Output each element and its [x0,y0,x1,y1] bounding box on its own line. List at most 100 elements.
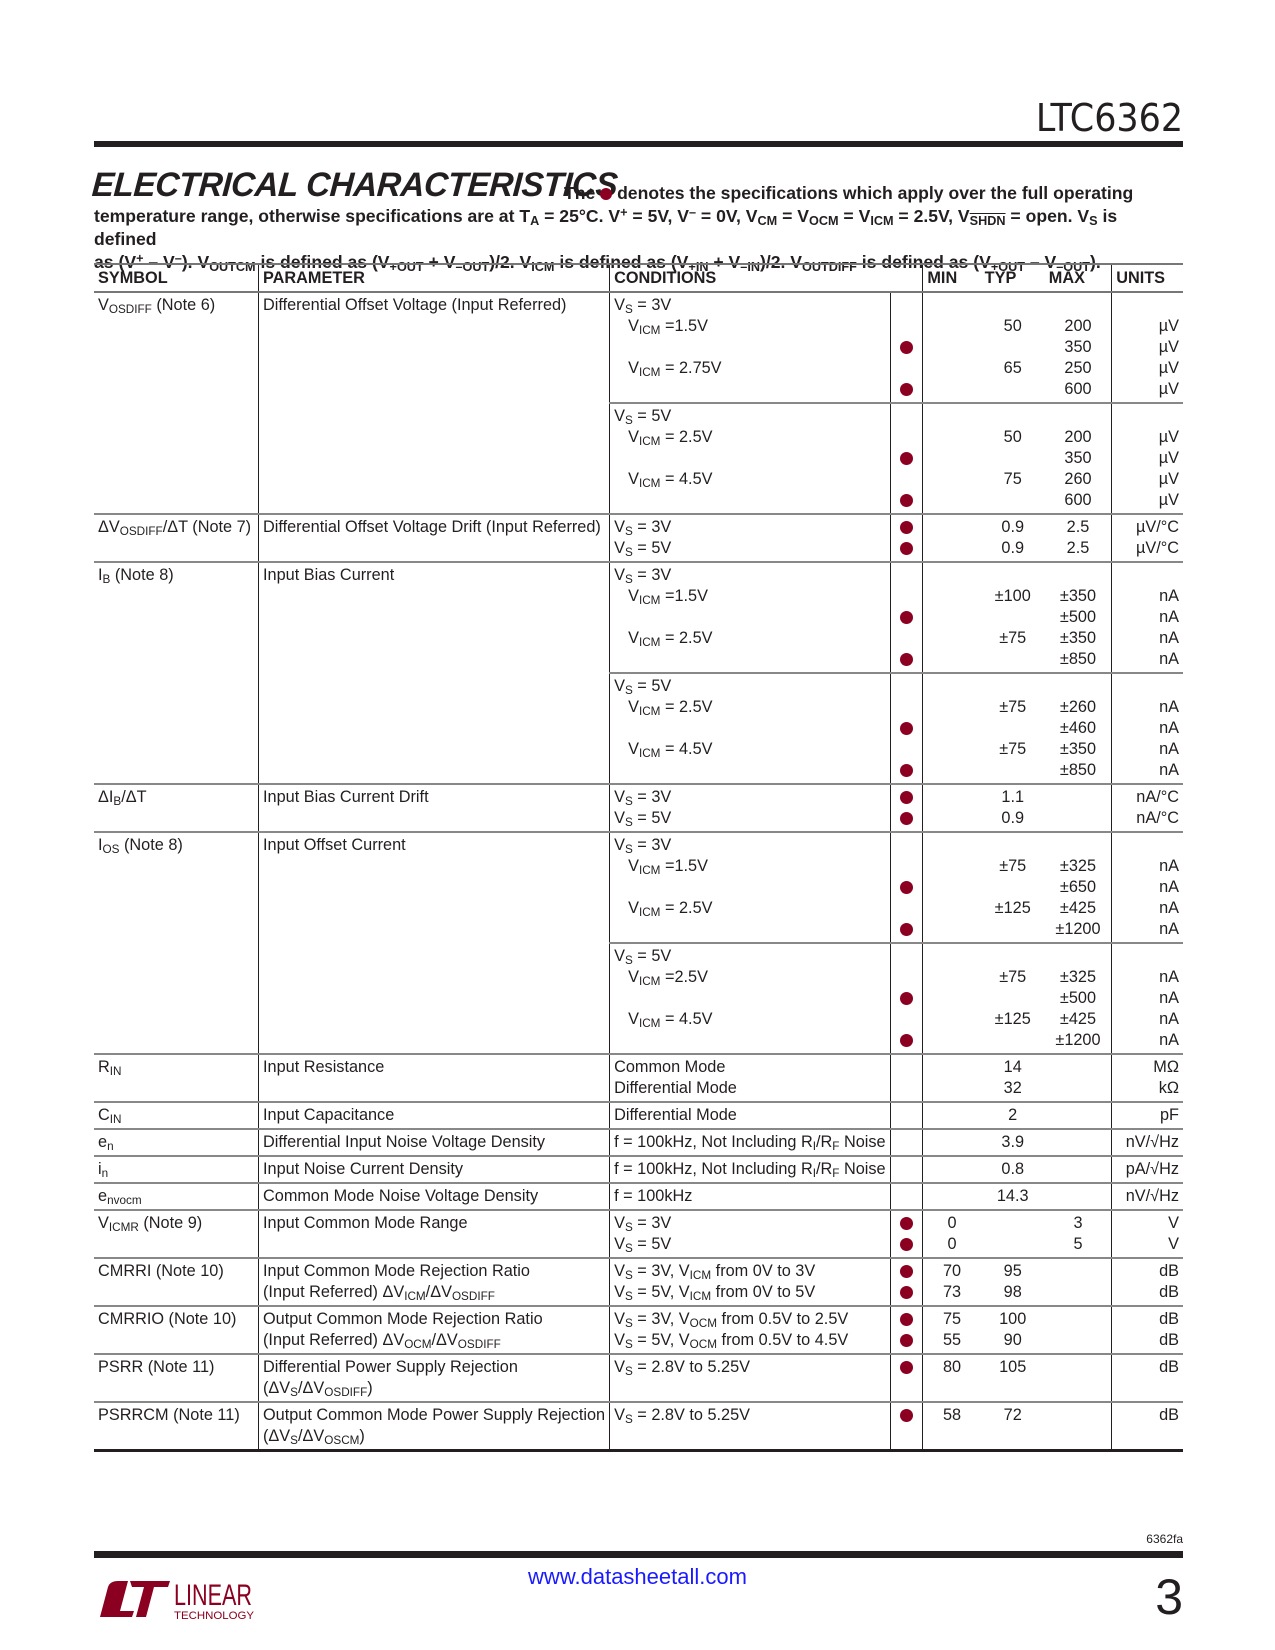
cell-typ: 95 98 [980,1257,1045,1306]
cell-parameter: Input Common Mode Range [258,1209,611,1258]
cell-unit-line: µV [1158,428,1179,446]
cell-typ-line: ±75 [999,698,1027,716]
cell-max-line: ±850 [1059,650,1097,668]
cell-cond-line: VICM = 2.5V [628,629,713,649]
cell-min-line: 80 [942,1358,962,1376]
cell-cond-line [614,649,886,670]
cell-max-line: ±350 [1059,587,1097,605]
cell-min [922,942,981,1054]
cell-dot-line [895,718,918,739]
cell-cond-line: Differential Mode [614,1079,737,1097]
cell-dot-line [895,517,918,538]
bullet-icon [900,1286,914,1299]
cell-conditions: VS = 2.8V to 5.25V [609,1401,891,1452]
cell-min-line [927,946,976,967]
col-header-max: MAX [1044,263,1113,293]
cell-unit-line: dB [1159,1358,1179,1376]
cell-min-line [927,739,976,760]
cell-symbol: VOSDIFF (Note 6) [94,291,259,514]
cell-typ-line: 0.9 [1001,518,1025,536]
cell-cond-line: VS = 3V [614,566,672,586]
cell-min-line [927,967,976,988]
cell-dot-line [895,835,918,856]
cell-cond-line: VS = 2.8V to 5.25V [614,1406,751,1426]
cell-parameter: Common Mode Noise Voltage Density [258,1182,611,1210]
cell-max-line: ±425 [1059,899,1097,917]
cell-cond-line: VS = 5V [614,947,672,967]
cell-symbol: envocm [94,1182,259,1210]
cell-typ: 100 90 [980,1305,1045,1354]
col-header-units: UNITS [1111,263,1183,293]
cell-dot-line [895,1159,918,1180]
cell-unit-line: nA/°C [1136,809,1179,827]
cell-dot-line [895,1309,918,1330]
cell-max-line: 600 [1064,380,1092,398]
cell-parameter: Input Bias Current Drift [258,783,611,832]
cell-parameter-text: Input Common Mode Rejection Ratio [263,1262,530,1280]
cell-min [922,831,981,943]
cell-cond-line: VS = 2.8V to 5.25V [614,1358,751,1378]
cell-cond-line: VICM = 2.75V [628,359,722,379]
col-header-symbol: SYMBOL [94,263,259,293]
cell-conditions: VS = 3V VICM =1.5V VICM = 2.75V [609,291,891,403]
cell-dot-line [895,607,918,628]
cell-units: pF [1111,1101,1183,1129]
cell-units: nA nA nA nA [1111,561,1183,673]
cell-min [922,672,981,784]
cell-typ-line: 50 [1003,317,1022,335]
cell-min-line [927,898,976,919]
cell-max [1044,1128,1113,1156]
cell-dot-line [895,1357,918,1378]
cell-max-line: ±325 [1059,968,1097,986]
cell-dot-line [895,988,918,1009]
bullet-icon [900,653,914,666]
cell-unit-line: µV [1158,317,1179,335]
cell-dot-line [895,538,918,559]
cell-max-line: 2.5 [1066,539,1090,557]
cell-min-line [927,877,976,898]
cell-typ: ±75 ±125 [980,831,1045,943]
cell-symbol: CMRRI (Note 10) [94,1257,259,1306]
cell-dot-line [895,856,918,877]
cell-max [1044,1401,1113,1452]
table-row: ΔVOSDIFF/ΔT (Note 7) Differential Offset … [94,513,1183,562]
table-row: ΔIB/ΔT Input Bias Current Drift VS = 3V VS … [94,783,1183,832]
cell-dot-line [895,628,918,649]
cell-parameter: Input Noise Current Density [258,1155,611,1183]
cell-max-line [1049,406,1107,427]
cell-unit-line [1116,1378,1179,1399]
cell-symbol: VICMR (Note 9) [94,1209,259,1258]
cell-typ: 50 65 [980,291,1045,403]
cell-symbol: IOS (Note 8) [94,831,259,1054]
cell-dot-line [895,337,918,358]
cell-dot-line [895,1261,918,1282]
cell-dot-line [895,586,918,607]
table-row: in Input Noise Current Density f = 100kHz,… [94,1155,1183,1183]
cell-parameter: Input Common Mode Rejection Ratio (Input … [258,1257,611,1306]
cell-unit-line: pA/√Hz [1125,1160,1179,1178]
footer-url-link[interactable]: www.datasheetall.com [0,1564,1275,1590]
cell-dot-line [895,448,918,469]
cell-min-line [927,517,976,538]
cell-typ-line [985,988,1041,1009]
cell-conditions: Differential Mode [609,1101,891,1129]
cell-units: nA nA nA nA [1111,942,1183,1054]
cell-unit-line: V [1168,1214,1179,1232]
table-row: CMRRI (Note 10) Input Common Mode Rejecti… [94,1257,1183,1306]
cell-max-line [1049,787,1107,808]
cell-parameter-text: Input Capacitance [263,1106,395,1124]
cell-dot-line [895,1009,918,1030]
cell-dot-line [895,808,918,829]
cell-parameter-text: Input Common Mode Range [263,1214,468,1232]
cell-cond-line: VICM = 4.5V [628,740,713,760]
cell-temp-bullet [890,291,924,403]
cell-min-line [927,808,976,829]
cell-typ: 0.9 0.9 [980,513,1045,562]
cell-units: nA/°C nA/°C [1111,783,1183,832]
cell-parameter: Output Common Mode Rejection Ratio (Input… [258,1305,611,1354]
cell-min-line: 73 [942,1283,962,1301]
cell-temp-bullet [890,783,924,832]
cell-dot-line [895,697,918,718]
cell-unit-line: nA [1159,650,1179,668]
col-header-conditions: CONDITIONS [609,263,924,293]
